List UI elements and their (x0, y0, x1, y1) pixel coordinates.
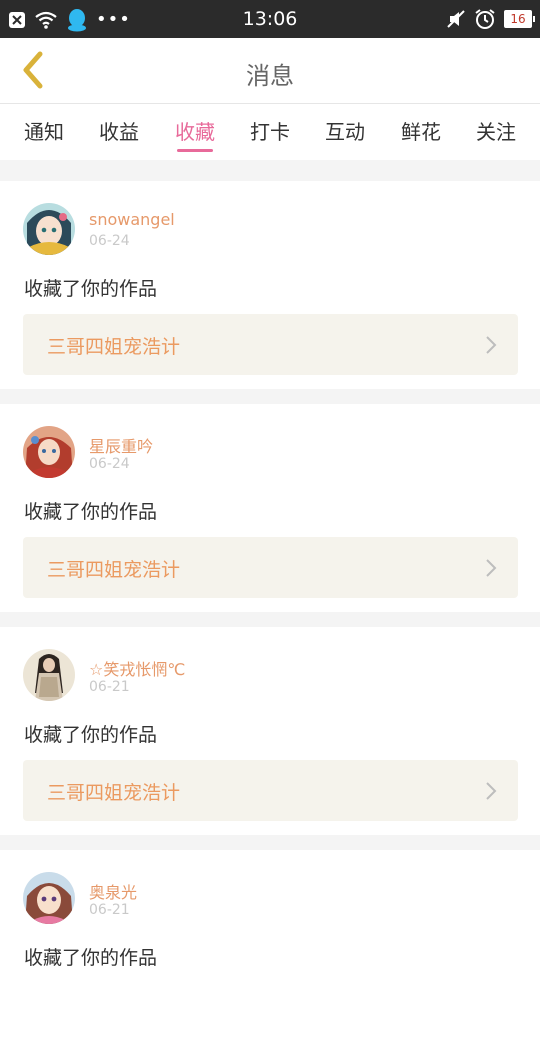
app-header: 消息 (0, 38, 540, 104)
message-date: 06-24 (89, 233, 130, 249)
message-text: 收藏了你的作品 (24, 947, 158, 969)
mute-icon (447, 10, 465, 28)
tab-notifications[interactable]: 通知 (16, 116, 72, 145)
message-date: 06-21 (89, 902, 130, 918)
message-card: ☆笑戎怅惘℃ 06-21 收藏了你的作品 三哥四姐宠浩计 (0, 627, 540, 835)
alarm-icon (475, 9, 495, 29)
message-card: 奥泉光 06-21 收藏了你的作品 (0, 850, 540, 1058)
tab-checkin[interactable]: 打卡 (242, 116, 298, 145)
avatar[interactable] (23, 203, 75, 255)
avatar[interactable] (23, 649, 75, 701)
active-tab-indicator (177, 149, 213, 152)
work-title: 三哥四姐宠浩计 (47, 559, 181, 581)
tab-bar: 通知 收益 收藏 打卡 互动 鲜花 关注 (0, 104, 540, 160)
status-right-icons: 16 (446, 8, 535, 30)
message-text: 收藏了你的作品 (24, 724, 158, 746)
battery-icon: 16 (504, 10, 535, 28)
username-link[interactable]: 星辰重吟 (89, 433, 153, 457)
work-link[interactable]: 三哥四姐宠浩计 (23, 537, 518, 598)
username-link[interactable]: ☆笑戎怅惘℃ (89, 656, 185, 680)
message-date: 06-24 (89, 456, 130, 472)
work-link[interactable]: 三哥四姐宠浩计 (23, 314, 518, 375)
status-bar: ••• 13:06 16 (0, 0, 540, 38)
message-text: 收藏了你的作品 (24, 501, 158, 523)
message-card: snowangel 06-24 收藏了你的作品 三哥四姐宠浩计 (0, 181, 540, 389)
message-date: 06-21 (89, 679, 130, 695)
chevron-right-icon (486, 559, 497, 577)
avatar[interactable] (23, 426, 75, 478)
tab-earnings[interactable]: 收益 (91, 116, 147, 145)
message-text: 收藏了你的作品 (24, 278, 158, 300)
username-link[interactable]: 奥泉光 (89, 879, 137, 903)
tab-follow[interactable]: 关注 (468, 116, 524, 145)
tab-interaction[interactable]: 互动 (317, 116, 373, 145)
chevron-right-icon (486, 336, 497, 354)
message-card: 星辰重吟 06-24 收藏了你的作品 三哥四姐宠浩计 (0, 404, 540, 612)
avatar[interactable] (23, 872, 75, 924)
work-link[interactable]: 三哥四姐宠浩计 (23, 760, 518, 821)
work-title: 三哥四姐宠浩计 (47, 336, 181, 358)
username-link[interactable]: snowangel (89, 210, 175, 229)
tab-favorites[interactable]: 收藏 (167, 116, 223, 152)
page-title: 消息 (246, 62, 294, 90)
work-title: 三哥四姐宠浩计 (47, 782, 181, 804)
tab-flowers[interactable]: 鲜花 (393, 116, 449, 145)
chevron-right-icon (486, 782, 497, 800)
